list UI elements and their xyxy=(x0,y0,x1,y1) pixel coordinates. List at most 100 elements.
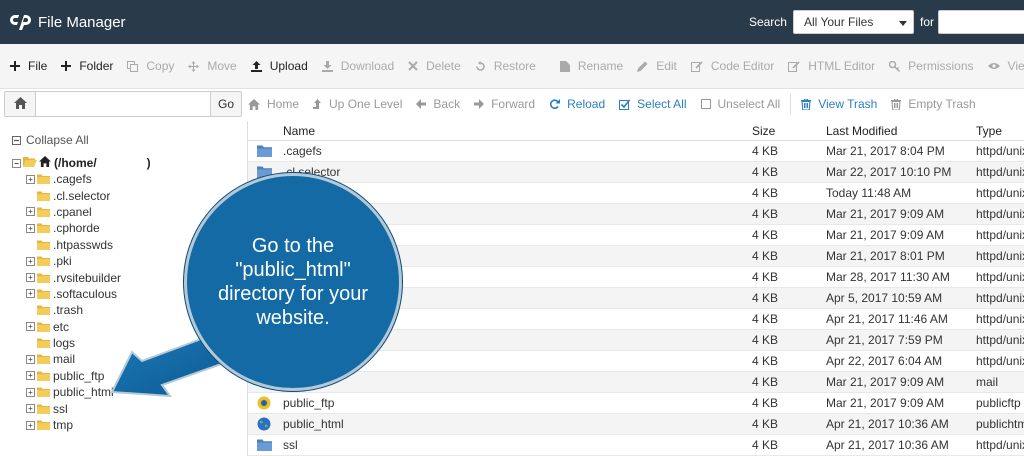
empty-trash-button[interactable]: Empty Trash xyxy=(891,97,976,111)
instruction-callout: Go to the "public_html" directory for yo… xyxy=(184,173,402,391)
view-icon xyxy=(987,62,1004,70)
search-scope-select[interactable]: All Your Files xyxy=(792,10,914,34)
expand-node-icon[interactable]: + xyxy=(26,174,35,184)
tree-root-suffix: ) xyxy=(146,156,151,170)
home-button[interactable]: Home xyxy=(248,97,299,111)
forward-button[interactable]: Forward xyxy=(474,97,535,111)
file-modified-cell: Mar 28, 2017 11:30 AM xyxy=(826,270,950,284)
column-modified-header[interactable]: Last Modified xyxy=(826,121,897,140)
tree-root[interactable]: − (/home/ ) xyxy=(12,156,151,170)
folder-icon xyxy=(37,338,50,349)
download-button[interactable]: Download xyxy=(321,59,394,73)
file-modified-cell: Mar 21, 2017 9:09 AM xyxy=(826,396,945,410)
search-input[interactable] xyxy=(938,10,1024,34)
table-row[interactable]: .cl.selector 4 KB Mar 22, 2017 10:10 PM htt… xyxy=(248,162,1024,183)
file-button[interactable]: File xyxy=(10,59,47,73)
html-editor-button[interactable]: HTML Editor xyxy=(788,59,875,73)
tree-item[interactable]: + .rvsitebuilder xyxy=(26,269,121,285)
tree-item[interactable]: + .cpanel xyxy=(26,204,121,220)
path-input[interactable] xyxy=(36,91,210,117)
callout-line: website. xyxy=(256,307,330,329)
column-size-header[interactable]: Size xyxy=(752,121,775,140)
tree-item[interactable]: + ssl xyxy=(26,400,121,416)
collapse-all-label: Collapse All xyxy=(26,133,89,147)
expand-node-icon[interactable]: + xyxy=(26,371,35,381)
file-size-cell: 4 KB xyxy=(752,270,779,284)
reload-button[interactable]: Reload xyxy=(549,97,605,111)
tree-item[interactable]: .htpasswds xyxy=(26,237,121,253)
tree-item[interactable]: + mail xyxy=(26,351,121,367)
file-modified-cell: Mar 21, 2017 8:01 PM xyxy=(826,249,945,263)
tree-item[interactable]: + .softaculous xyxy=(26,286,121,302)
expand-node-icon[interactable]: + xyxy=(26,322,35,332)
permissions-button[interactable]: Permissions xyxy=(889,59,974,73)
unselect-all-button[interactable]: Unselect All xyxy=(700,97,780,111)
column-type-header[interactable]: Type xyxy=(976,121,1002,140)
table-row[interactable]: public_ftp 4 KB Mar 21, 2017 9:09 AM public… xyxy=(248,393,1024,414)
tree-item[interactable]: + tmp xyxy=(26,417,121,433)
table-row[interactable]: 4 KB Mar 21, 2017 9:09 AM mail xyxy=(248,372,1024,393)
expand-node-icon[interactable]: + xyxy=(26,289,35,299)
file-size-cell: 4 KB xyxy=(752,333,779,347)
file-modified-cell: Apr 22, 2017 6:04 AM xyxy=(826,354,943,368)
home-icon xyxy=(248,98,263,110)
upload-button[interactable]: Upload xyxy=(250,59,308,73)
folder-icon xyxy=(37,404,50,414)
table-row[interactable]: ssl 4 KB Apr 21, 2017 10:36 AM httpd/unix xyxy=(248,435,1024,456)
copy-button[interactable]: Copy xyxy=(127,59,174,73)
delete-icon xyxy=(408,61,422,71)
folder-button[interactable]: Folder xyxy=(61,59,113,73)
file-type-cell: httpd/unix xyxy=(976,144,1024,158)
expand-node-icon[interactable]: + xyxy=(26,256,35,266)
move-label: Move xyxy=(207,59,237,73)
tree-item[interactable]: + .cphorde xyxy=(26,220,121,236)
table-row[interactable]: public_html 4 KB Apr 21, 2017 10:36 AM publ… xyxy=(248,414,1024,435)
collapse-node-icon[interactable]: − xyxy=(12,158,21,168)
go-button[interactable]: Go xyxy=(210,91,242,117)
move-button[interactable]: Move xyxy=(188,59,237,73)
collapse-all-button[interactable]: Collapse All xyxy=(12,133,89,147)
expand-node-icon[interactable]: + xyxy=(26,404,35,414)
table-row[interactable]: .cagefs 4 KB Mar 21, 2017 8:04 PM httpd/uni… xyxy=(248,141,1024,162)
code-editor-button[interactable]: Code Editor xyxy=(690,59,774,73)
tree-item-label: mail xyxy=(53,352,76,367)
tree-item[interactable]: + etc xyxy=(26,319,121,335)
tree-item-label: .softaculous xyxy=(53,286,118,301)
expand-node-icon[interactable]: + xyxy=(26,420,35,430)
restore-button[interactable]: Restore xyxy=(475,59,536,73)
edit-button[interactable]: Edit xyxy=(637,59,677,73)
back-button[interactable]: Back xyxy=(416,97,460,111)
tree-item[interactable]: logs xyxy=(26,335,121,351)
expand-node-icon[interactable]: + xyxy=(26,354,35,364)
file-size-cell: 4 KB xyxy=(752,312,779,326)
file-type-cell: httpd/unix xyxy=(976,249,1024,263)
tree-item[interactable]: .cl.selector xyxy=(26,187,121,203)
column-name-header[interactable]: Name xyxy=(283,121,315,140)
expand-node-icon[interactable]: + xyxy=(26,273,35,283)
tree-root-label: (/home/ xyxy=(54,156,97,170)
file-type-cell: httpd/unix xyxy=(976,438,1024,452)
rename-button[interactable]: Rename xyxy=(559,59,623,73)
restore-icon xyxy=(475,60,490,72)
main-toolbar: File Folder Copy Move Upload Download Delete Re… xyxy=(0,44,1024,89)
view-button[interactable]: View xyxy=(987,59,1024,73)
collapse-icon xyxy=(12,135,21,145)
tree-item[interactable]: + .cagefs xyxy=(26,171,121,187)
delete-button[interactable]: Delete xyxy=(408,59,461,73)
file-size-cell: 4 KB xyxy=(752,396,779,410)
tree-item[interactable]: + public_ftp xyxy=(26,368,121,384)
expand-node-icon[interactable]: + xyxy=(26,387,35,397)
app-title: File Manager xyxy=(38,13,126,31)
expand-node-icon[interactable]: + xyxy=(26,223,35,233)
select-all-button[interactable]: Select All xyxy=(619,97,687,111)
tree-item[interactable]: .trash xyxy=(26,302,121,318)
folder-icon xyxy=(37,240,50,250)
file-type-cell: httpd/unix xyxy=(976,207,1024,221)
up-one-level-button[interactable]: Up One Level xyxy=(313,97,402,111)
view-trash-button[interactable]: View Trash xyxy=(801,97,877,111)
tree-item[interactable]: + public_html xyxy=(26,384,121,400)
expand-node-icon[interactable]: + xyxy=(26,207,35,217)
tree-item[interactable]: + .pki xyxy=(26,253,121,269)
home-path-button[interactable] xyxy=(4,91,36,117)
